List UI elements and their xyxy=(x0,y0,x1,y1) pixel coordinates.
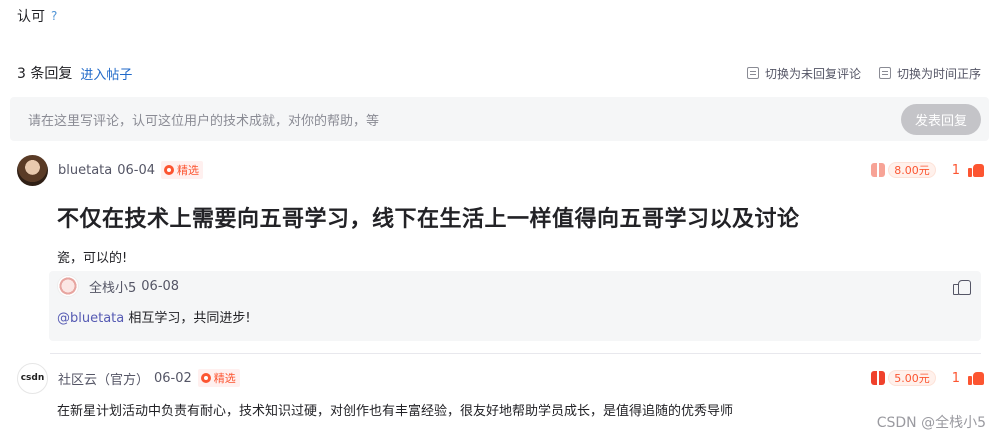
question-icon[interactable]: ? xyxy=(51,9,57,23)
comment-header: bluetata 06-04 精选 8.00元 1 xyxy=(17,154,988,186)
featured-label: 精选 xyxy=(177,164,200,177)
comment-input-bar: 请在这里写评论，认可这位用户的技术成就，对你的帮助，等 发表回复 xyxy=(10,97,989,141)
reply-count: 3 条回复 xyxy=(17,66,73,82)
comment-item: csdn 社区云（官方） 06-02 精选 5.00元 1 在新星计划活动中负责… xyxy=(17,362,988,419)
approval-label-row: 认可 ? xyxy=(17,6,57,26)
comment-date: 06-02 xyxy=(154,370,192,386)
comment-tools: 8.00元 1 xyxy=(871,162,988,178)
mention-link[interactable]: @bluetata xyxy=(57,311,124,326)
reward-amount: 8.00元 xyxy=(888,162,936,178)
reply-text: 相互学习，共同进步! xyxy=(124,311,251,326)
avatar[interactable] xyxy=(57,275,79,297)
featured-label: 精选 xyxy=(213,372,236,385)
comment-body: 瓷，可以的! xyxy=(57,251,128,266)
list-toggle-icon xyxy=(878,67,891,79)
like-count: 1 xyxy=(951,162,960,178)
reward-indicator[interactable]: 5.00元 xyxy=(871,370,936,386)
watermark: CSDN @全栈小5 xyxy=(876,415,986,431)
avatar[interactable] xyxy=(17,154,48,186)
reply-item: 全栈小5 06-08 @bluetata 相互学习，共同进步! xyxy=(49,271,981,341)
reward-indicator[interactable]: 8.00元 xyxy=(871,162,936,178)
thumb-up-icon[interactable] xyxy=(968,370,984,386)
featured-icon xyxy=(200,373,211,383)
reply-header: 全栈小5 06-08 xyxy=(49,271,981,301)
comment-headline: 不仅在技术上需要向五哥学习，线下在生活上一样值得向五哥学习以及讨论 xyxy=(57,207,800,232)
comment-body: 在新星计划活动中负责有耐心，技术知识过硬，对创作也有丰富经验，很友好地帮助学员成… xyxy=(57,404,734,419)
enter-post-link[interactable]: 进入帖子 xyxy=(80,64,132,83)
thumb-up-outline-icon[interactable] xyxy=(953,278,971,295)
comment-tools: 5.00元 1 xyxy=(871,370,988,386)
comment-username[interactable]: 社区云（官方） xyxy=(58,369,149,388)
thumb-up-icon[interactable] xyxy=(968,162,984,178)
comment-item: bluetata 06-04 精选 8.00元 1 不仅在技术上需要向五哥学习，… xyxy=(17,154,988,266)
submit-reply-button[interactable]: 发表回复 xyxy=(901,103,981,135)
comment-input[interactable]: 请在这里写评论，认可这位用户的技术成就，对你的帮助，等 xyxy=(28,110,901,129)
comment-date: 06-04 xyxy=(117,162,156,178)
sort-switches: 切换为未回复评论 切换为时间正序 xyxy=(746,65,981,82)
divider xyxy=(50,353,981,354)
switch-time-order-button[interactable]: 切换为时间正序 xyxy=(878,65,981,82)
like-count: 1 xyxy=(951,370,960,386)
featured-badge: 精选 xyxy=(161,161,204,179)
reply-username[interactable]: 全栈小5 xyxy=(89,277,136,296)
reward-gift-icon xyxy=(871,163,886,177)
reward-amount: 5.00元 xyxy=(888,370,936,386)
featured-icon xyxy=(164,165,175,175)
comment-username[interactable]: bluetata xyxy=(58,163,112,178)
switch-unreplied-button[interactable]: 切换为未回复评论 xyxy=(746,65,861,82)
approval-label: 认可 xyxy=(17,9,45,25)
comments-header: 3 条回复 进入帖子 切换为未回复评论 切换为时间正序 xyxy=(17,62,981,84)
reply-date: 06-08 xyxy=(141,278,180,294)
featured-badge: 精选 xyxy=(197,369,240,387)
list-toggle-icon xyxy=(746,67,759,79)
switch-unreplied-label: 切换为未回复评论 xyxy=(764,66,861,81)
avatar[interactable]: csdn xyxy=(17,362,48,394)
switch-time-order-label: 切换为时间正序 xyxy=(896,66,981,81)
reply-body: @bluetata 相互学习，共同进步! xyxy=(49,301,981,326)
comment-header: csdn 社区云（官方） 06-02 精选 5.00元 1 xyxy=(17,362,988,394)
reward-gift-icon xyxy=(871,371,886,385)
